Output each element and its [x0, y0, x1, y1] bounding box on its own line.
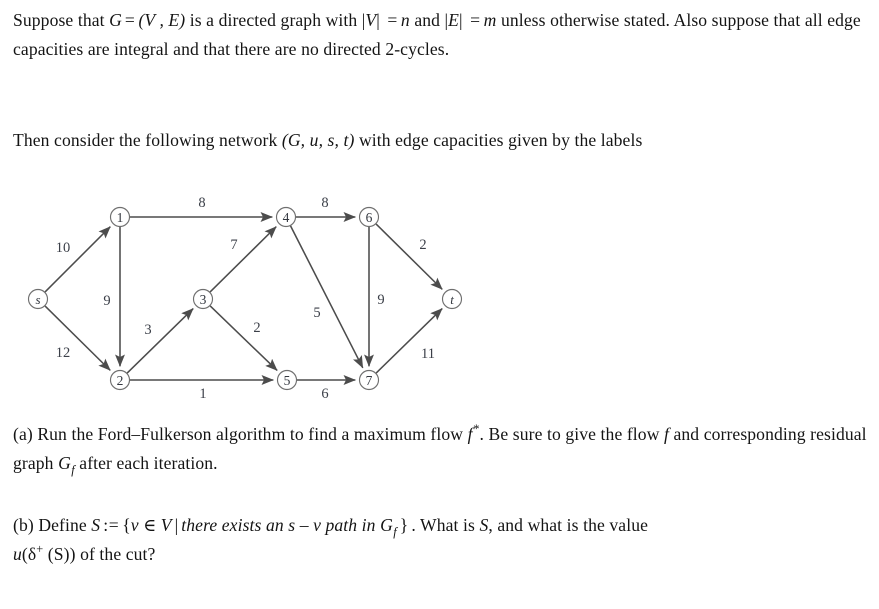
question-b-text-3: , and what is the value — [488, 515, 648, 535]
graph-node-6[interactable]: 6 — [358, 206, 380, 228]
star-superscript: * — [473, 422, 480, 437]
equals-1: = — [124, 10, 136, 30]
node-label-t: t — [450, 292, 454, 307]
symbol-u: u — [13, 544, 22, 564]
question-a-text-1: Run the Ford–Fulkerson algorithm to find… — [32, 424, 468, 444]
node-label-4: 4 — [283, 210, 290, 225]
graph-edge-s-to-1 — [44, 226, 111, 293]
question-b-line-1: (b) Define S:= {v ∈ V | there exists an s –… — [13, 511, 871, 540]
edge-capacity-7-t: 11 — [421, 346, 435, 362]
equals-2: = — [387, 10, 398, 30]
graph-node-7[interactable]: 7 — [358, 369, 380, 391]
network-text-1: Then consider the following network — [13, 130, 282, 150]
question-b-label: (b) — [13, 515, 34, 535]
node-label-1: 1 — [117, 210, 124, 225]
question-a-label: (a) — [13, 424, 33, 444]
graph-node-s[interactable]: s — [27, 288, 49, 310]
network-text-2: with edge capacities given by the labels — [354, 130, 643, 150]
graph-node-5[interactable]: 5 — [276, 369, 298, 391]
question-a-text-4: after each iteration. — [74, 453, 218, 473]
set-open-brace: { — [122, 515, 131, 535]
symbol-Gf: G — [58, 453, 71, 473]
graph-edge-3-to-5 — [209, 305, 278, 372]
graph-edge-7-to-t — [375, 308, 443, 374]
set-close-brace: } — [399, 515, 409, 535]
graph-node-t[interactable]: t — [441, 288, 463, 310]
network-paragraph: Then consider the following network (G, … — [13, 126, 871, 155]
symbol-f-star: f — [467, 424, 473, 444]
node-label-7: 7 — [366, 373, 373, 388]
edge-capacity-3-5: 2 — [253, 320, 260, 336]
document-page: Suppose that G = (V , E) is a directed gra… — [0, 0, 879, 609]
edge-capacity-1-2: 9 — [103, 293, 110, 309]
cut-set: (S)) — [43, 544, 76, 564]
intro-text-4: and | — [409, 10, 449, 30]
graph-node-1[interactable]: 1 — [109, 206, 131, 228]
assign-operator: := — [103, 515, 120, 535]
symbol-E: E — [448, 10, 460, 30]
edge-capacity-2-5: 1 — [199, 386, 206, 402]
node-label-s: s — [35, 292, 40, 307]
graph-edge-6-to-t — [375, 223, 443, 290]
intro-text-2: is a directed graph with | — [185, 10, 366, 30]
symbol-S: S — [91, 515, 101, 535]
intro-text-5: | — [459, 10, 468, 30]
edge-capacity-6-t: 2 — [419, 237, 426, 253]
set-body-text: there exists an s – v path in G — [181, 515, 393, 535]
symbol-v-in-V: v ∈ V — [130, 515, 172, 535]
node-label-3: 3 — [200, 292, 207, 307]
edge-capacity-2-3: 3 — [144, 322, 151, 338]
question-b-paragraph: (b) Define S:= {v ∈ V | there exists an s –… — [13, 511, 871, 569]
node-label-6: 6 — [366, 210, 373, 225]
symbol-V: V — [365, 10, 377, 30]
edge-capacity-1-4: 8 — [198, 195, 205, 211]
flow-network-diagram: s1234567t 10 12 9 8 3 1 7 2 8 5 6 9 2 11 — [0, 188, 520, 413]
symbol-m: m — [483, 10, 497, 30]
question-b-tail: of the cut? — [75, 544, 156, 564]
node-label-5: 5 — [284, 373, 291, 388]
symbol-network-tuple: (G, u, s, t) — [281, 130, 355, 150]
graph-edge-4-to-7 — [289, 225, 364, 369]
question-a-text-2: . Be sure to give the flow — [479, 424, 664, 444]
edge-capacity-4-6: 8 — [321, 195, 328, 211]
edge-capacity-3-4: 7 — [230, 237, 237, 253]
graph-edge-2-to-3 — [126, 308, 194, 374]
set-bar: | — [174, 515, 179, 535]
intro-paragraph: Suppose that G = (V , E) is a directed gra… — [13, 6, 871, 64]
question-b-text-1: Define — [33, 515, 92, 535]
edge-capacity-s-1: 10 — [56, 240, 71, 256]
node-label-2: 2 — [117, 373, 124, 388]
intro-text-1: Suppose that — [13, 10, 110, 30]
question-b-line-2: u(δ+ (S)) of the cut? — [13, 540, 871, 569]
question-a-paragraph: (a) Run the Ford–Fulkerson algorithm to … — [13, 420, 871, 478]
equals-3: = — [470, 10, 481, 30]
edge-capacity-6-7: 9 — [377, 292, 384, 308]
symbol-VE: (V , E) — [138, 10, 186, 30]
question-b-text-2: . What is — [411, 515, 480, 535]
graph-node-4[interactable]: 4 — [275, 206, 297, 228]
edge-capacity-5-7: 6 — [321, 386, 328, 402]
symbol-G: G — [109, 10, 122, 30]
edge-capacity-4-7: 5 — [313, 305, 320, 321]
nodes-layer: s1234567t — [27, 206, 463, 391]
cut-open: (δ — [21, 544, 37, 564]
symbol-n: n — [400, 10, 410, 30]
graph-node-3[interactable]: 3 — [192, 288, 214, 310]
edge-capacity-s-2: 12 — [56, 345, 71, 361]
graph-edge-3-to-4 — [209, 226, 277, 293]
flow-network-svg: s1234567t 10129831728569211 — [27, 195, 463, 402]
graph-node-2[interactable]: 2 — [109, 369, 131, 391]
